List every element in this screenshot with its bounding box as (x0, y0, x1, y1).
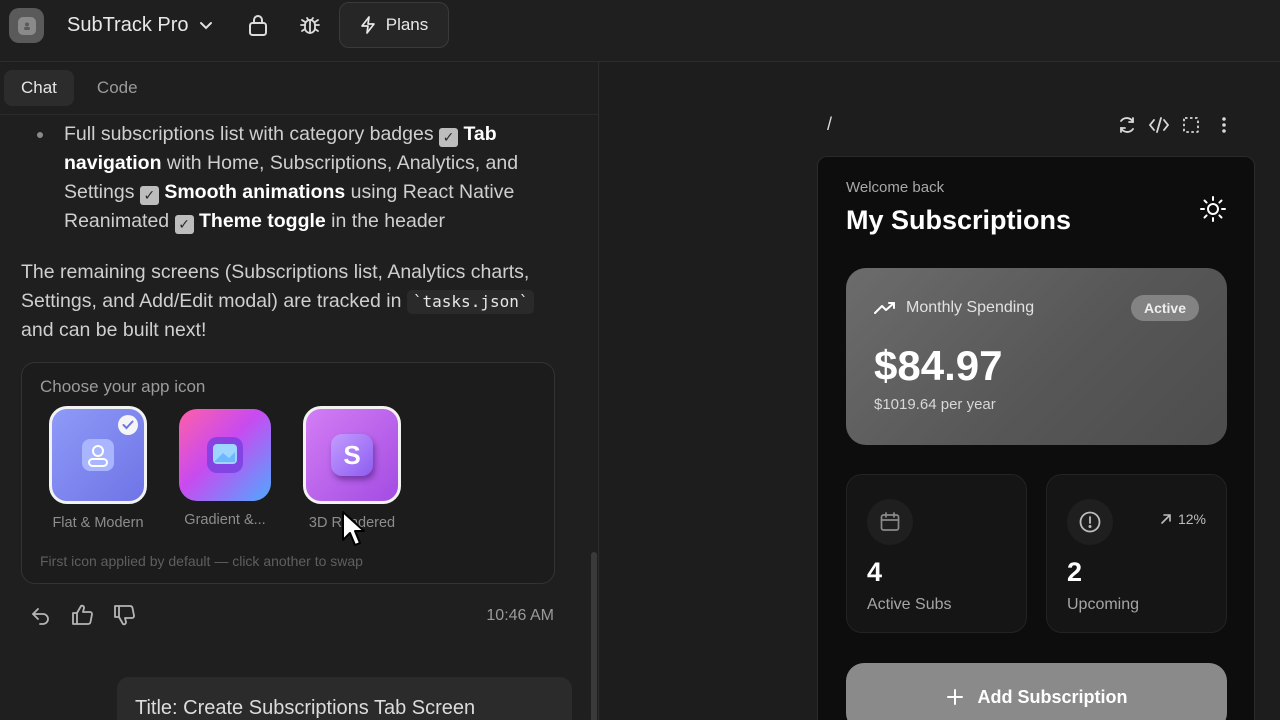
gradient-icon-tile[interactable] (179, 409, 271, 501)
thumbs-up-icon[interactable] (70, 604, 94, 626)
stat-value: 2 (1067, 557, 1083, 587)
plans-button[interactable]: Plans (339, 2, 449, 48)
icon-option-label: Flat & Modern (52, 515, 144, 531)
feature-bullet: Full subscriptions list with category ba… (64, 120, 564, 236)
tab-chat[interactable]: Chat (4, 70, 74, 106)
bullet-text-1: Full subscriptions list with category ba… (64, 123, 440, 145)
inline-code: `tasks.json` (406, 290, 535, 314)
card-icon (207, 437, 243, 473)
stat-label: Upcoming (1067, 596, 1140, 613)
divider (0, 114, 598, 115)
screen-title: My Subscriptions (846, 205, 1072, 235)
code-icon[interactable] (1148, 114, 1170, 136)
add-button-label: Add Subscription (977, 686, 1128, 707)
stat-card-active-subs[interactable]: 4 Active Subs (846, 474, 1027, 633)
undo-icon[interactable] (30, 604, 52, 626)
monthly-spending-card[interactable]: Monthly Spending Active $84.97 $1019.64 … (846, 268, 1227, 445)
trend-indicator: 12% (1160, 511, 1206, 527)
status-badge: Active (1130, 295, 1199, 321)
refresh-icon[interactable] (1116, 114, 1138, 136)
stat-value: 4 (867, 557, 883, 587)
welcome-text: Welcome back (846, 179, 945, 196)
app-logo[interactable] (9, 8, 44, 43)
lightning-icon (360, 16, 375, 34)
icon-picker-title: Choose your app icon (40, 377, 206, 396)
checkbox-icon: ✓ (139, 186, 159, 205)
app-icon-picker: Choose your app icon Flat & Modern Gradi… (21, 362, 555, 584)
spending-label: Monthly Spending (874, 299, 1034, 317)
chat-panel: Chat Code Full subscriptions list with c… (0, 62, 599, 720)
chevron-down-icon (199, 21, 212, 29)
flat-icon-tile[interactable] (49, 406, 147, 504)
summary-paragraph: The remaining screens (Subscriptions lis… (21, 258, 561, 345)
icon-option-gradient[interactable]: Gradient &... (175, 409, 275, 528)
message-actions (30, 604, 136, 626)
trend-value: 12% (1177, 511, 1206, 527)
bug-icon[interactable] (297, 12, 323, 38)
thumbs-down-icon[interactable] (112, 604, 136, 626)
sun-icon[interactable] (1199, 195, 1227, 223)
plus-icon (946, 689, 963, 705)
select-area-icon[interactable] (1180, 114, 1202, 136)
project-switcher[interactable]: SubTrack Pro (67, 14, 213, 37)
app-logo-icon (17, 16, 36, 35)
rendered-icon-tile[interactable]: S (303, 406, 401, 504)
stat-label: Active Subs (867, 596, 952, 613)
s-badge-icon: S (331, 434, 373, 476)
alert-circle-icon (1067, 499, 1113, 545)
tab-code[interactable]: Code (80, 70, 155, 106)
paragraph-text-after: and can be built next! (21, 319, 207, 341)
bullet-text-4: in the header (325, 210, 446, 232)
plans-label: Plans (385, 15, 429, 34)
selected-check-icon (118, 415, 138, 435)
arrow-up-right-icon (1161, 514, 1171, 524)
stat-card-upcoming[interactable]: 12% 2 Upcoming (1046, 474, 1227, 633)
icon-option-flat[interactable]: Flat & Modern (48, 406, 148, 531)
checkbox-icon: ✓ (174, 215, 194, 234)
scrollbar[interactable] (591, 552, 597, 720)
user-card-icon (82, 439, 114, 471)
icon-option-label: Gradient &... (184, 512, 266, 528)
panel-tabs: Chat Code (4, 70, 155, 106)
bullet-bold-3: Theme toggle (199, 210, 326, 232)
app-preview-screen: Welcome back My Subscriptions Monthly Sp… (817, 156, 1255, 720)
lock-icon[interactable] (245, 12, 271, 38)
yearly-amount: $1019.64 per year (874, 396, 996, 413)
more-vertical-icon[interactable] (1213, 114, 1235, 136)
bullet-bold-2: Smooth animations (164, 181, 346, 203)
bullet-marker (37, 132, 43, 138)
preview-panel: / Welcome back My Subscriptions Monthly … (600, 62, 1280, 720)
top-bar: SubTrack Pro Plans (0, 0, 1280, 62)
trending-up-icon (874, 302, 895, 314)
user-message-bubble: Title: Create Subscriptions Tab Screen (117, 677, 572, 720)
icon-picker-footnote: First icon applied by default — click an… (40, 553, 363, 569)
message-timestamp: 10:46 AM (486, 607, 554, 624)
project-name: SubTrack Pro (67, 14, 189, 36)
checkbox-icon: ✓ (439, 128, 459, 147)
add-subscription-button[interactable]: Add Subscription (846, 663, 1227, 720)
route-path[interactable]: / (827, 114, 832, 135)
monthly-amount: $84.97 (874, 342, 1003, 389)
spending-label-text: Monthly Spending (906, 299, 1035, 316)
message-text: Title: Create Subscriptions Tab Screen (135, 697, 476, 719)
mouse-cursor-icon (342, 511, 365, 546)
calendar-icon (867, 499, 913, 545)
